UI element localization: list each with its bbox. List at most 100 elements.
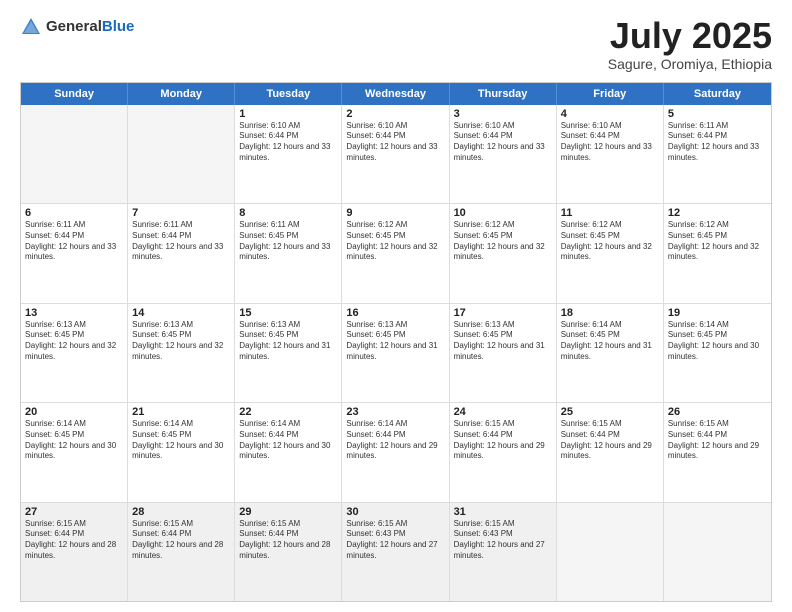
logo-icon: [20, 16, 42, 38]
logo: GeneralBlue: [20, 16, 134, 38]
day-number: 10: [454, 207, 552, 219]
day-info: Sunrise: 6:11 AM Sunset: 6:44 PM Dayligh…: [132, 220, 230, 263]
title-month: July 2025: [608, 16, 772, 56]
day-number: 6: [25, 207, 123, 219]
calendar-cell: 20Sunrise: 6:14 AM Sunset: 6:45 PM Dayli…: [21, 403, 128, 501]
calendar-cell: 1Sunrise: 6:10 AM Sunset: 6:44 PM Daylig…: [235, 105, 342, 203]
day-info: Sunrise: 6:12 AM Sunset: 6:45 PM Dayligh…: [346, 220, 444, 263]
calendar-row: 20Sunrise: 6:14 AM Sunset: 6:45 PM Dayli…: [21, 403, 771, 502]
day-number: 31: [454, 506, 552, 518]
day-number: 20: [25, 406, 123, 418]
day-info: Sunrise: 6:15 AM Sunset: 6:44 PM Dayligh…: [25, 519, 123, 562]
day-info: Sunrise: 6:15 AM Sunset: 6:44 PM Dayligh…: [561, 419, 659, 462]
calendar-cell: 21Sunrise: 6:14 AM Sunset: 6:45 PM Dayli…: [128, 403, 235, 501]
day-info: Sunrise: 6:15 AM Sunset: 6:44 PM Dayligh…: [239, 519, 337, 562]
day-info: Sunrise: 6:14 AM Sunset: 6:44 PM Dayligh…: [346, 419, 444, 462]
calendar-cell: 5Sunrise: 6:11 AM Sunset: 6:44 PM Daylig…: [664, 105, 771, 203]
header: GeneralBlue July 2025 Sagure, Oromiya, E…: [20, 16, 772, 72]
calendar-cell: 26Sunrise: 6:15 AM Sunset: 6:44 PM Dayli…: [664, 403, 771, 501]
day-info: Sunrise: 6:15 AM Sunset: 6:43 PM Dayligh…: [346, 519, 444, 562]
calendar-cell: 27Sunrise: 6:15 AM Sunset: 6:44 PM Dayli…: [21, 503, 128, 601]
calendar-cell: 24Sunrise: 6:15 AM Sunset: 6:44 PM Dayli…: [450, 403, 557, 501]
calendar-row: 13Sunrise: 6:13 AM Sunset: 6:45 PM Dayli…: [21, 304, 771, 403]
day-info: Sunrise: 6:12 AM Sunset: 6:45 PM Dayligh…: [561, 220, 659, 263]
calendar-cell: 25Sunrise: 6:15 AM Sunset: 6:44 PM Dayli…: [557, 403, 664, 501]
calendar-cell: 8Sunrise: 6:11 AM Sunset: 6:45 PM Daylig…: [235, 204, 342, 302]
calendar-cell: [664, 503, 771, 601]
calendar-cell: 13Sunrise: 6:13 AM Sunset: 6:45 PM Dayli…: [21, 304, 128, 402]
calendar-row: 1Sunrise: 6:10 AM Sunset: 6:44 PM Daylig…: [21, 105, 771, 204]
day-number: 8: [239, 207, 337, 219]
day-info: Sunrise: 6:10 AM Sunset: 6:44 PM Dayligh…: [454, 121, 552, 164]
weekday-header: Friday: [557, 83, 664, 105]
logo-general: GeneralBlue: [46, 18, 134, 36]
calendar-cell: 23Sunrise: 6:14 AM Sunset: 6:44 PM Dayli…: [342, 403, 449, 501]
calendar-cell: 30Sunrise: 6:15 AM Sunset: 6:43 PM Dayli…: [342, 503, 449, 601]
day-number: 16: [346, 307, 444, 319]
weekday-header: Saturday: [664, 83, 771, 105]
day-info: Sunrise: 6:13 AM Sunset: 6:45 PM Dayligh…: [454, 320, 552, 363]
day-number: 3: [454, 108, 552, 120]
day-number: 21: [132, 406, 230, 418]
weekday-header: Sunday: [21, 83, 128, 105]
calendar-row: 6 Sunrise: 6:11 AM Sunset: 6:44 PM Daylig…: [21, 204, 771, 303]
day-info: Sunrise: 6:13 AM Sunset: 6:45 PM Dayligh…: [25, 320, 123, 363]
weekday-header: Monday: [128, 83, 235, 105]
day-info: Sunrise: 6:11 AM Sunset: 6:44 PM Dayligh…: [668, 121, 767, 164]
calendar-cell: 28Sunrise: 6:15 AM Sunset: 6:44 PM Dayli…: [128, 503, 235, 601]
calendar-cell: 10Sunrise: 6:12 AM Sunset: 6:45 PM Dayli…: [450, 204, 557, 302]
calendar-cell: 3Sunrise: 6:10 AM Sunset: 6:44 PM Daylig…: [450, 105, 557, 203]
calendar-row: 27Sunrise: 6:15 AM Sunset: 6:44 PM Dayli…: [21, 503, 771, 601]
day-number: 7: [132, 207, 230, 219]
calendar-cell: 29Sunrise: 6:15 AM Sunset: 6:44 PM Dayli…: [235, 503, 342, 601]
calendar-cell: 22Sunrise: 6:14 AM Sunset: 6:44 PM Dayli…: [235, 403, 342, 501]
day-number: 17: [454, 307, 552, 319]
calendar-cell: 14Sunrise: 6:13 AM Sunset: 6:45 PM Dayli…: [128, 304, 235, 402]
day-info: Sunrise: 6:14 AM Sunset: 6:45 PM Dayligh…: [668, 320, 767, 363]
calendar-cell: 6Sunrise: 6:11 AM Sunset: 6:44 PM Daylig…: [21, 204, 128, 302]
calendar-cell: 18Sunrise: 6:14 AM Sunset: 6:45 PM Dayli…: [557, 304, 664, 402]
day-number: 2: [346, 108, 444, 120]
day-number: 22: [239, 406, 337, 418]
day-number: 30: [346, 506, 444, 518]
day-info: Sunrise: 6:13 AM Sunset: 6:45 PM Dayligh…: [346, 320, 444, 363]
calendar-cell: 12Sunrise: 6:12 AM Sunset: 6:45 PM Dayli…: [664, 204, 771, 302]
day-number: 12: [668, 207, 767, 219]
weekday-header: Tuesday: [235, 83, 342, 105]
day-info: Sunrise: 6:10 AM Sunset: 6:44 PM Dayligh…: [239, 121, 337, 164]
calendar-cell: 31Sunrise: 6:15 AM Sunset: 6:43 PM Dayli…: [450, 503, 557, 601]
day-number: 23: [346, 406, 444, 418]
day-info: Sunrise: 6:15 AM Sunset: 6:44 PM Dayligh…: [132, 519, 230, 562]
day-info: Sunrise: 6:14 AM Sunset: 6:45 PM Dayligh…: [561, 320, 659, 363]
calendar-cell: [557, 503, 664, 601]
day-info: Sunrise: 6:14 AM Sunset: 6:45 PM Dayligh…: [25, 419, 123, 462]
day-number: 15: [239, 307, 337, 319]
calendar-cell: 16Sunrise: 6:13 AM Sunset: 6:45 PM Dayli…: [342, 304, 449, 402]
day-info: Sunrise: 6:15 AM Sunset: 6:44 PM Dayligh…: [668, 419, 767, 462]
day-number: 13: [25, 307, 123, 319]
calendar-cell: 19Sunrise: 6:14 AM Sunset: 6:45 PM Dayli…: [664, 304, 771, 402]
day-number: 25: [561, 406, 659, 418]
calendar-cell: 2Sunrise: 6:10 AM Sunset: 6:44 PM Daylig…: [342, 105, 449, 203]
title-location: Sagure, Oromiya, Ethiopia: [608, 56, 772, 72]
day-number: 24: [454, 406, 552, 418]
day-number: 4: [561, 108, 659, 120]
calendar-cell: 9Sunrise: 6:12 AM Sunset: 6:45 PM Daylig…: [342, 204, 449, 302]
day-info: Sunrise: 6:12 AM Sunset: 6:45 PM Dayligh…: [454, 220, 552, 263]
calendar-cell: 17Sunrise: 6:13 AM Sunset: 6:45 PM Dayli…: [450, 304, 557, 402]
day-number: 28: [132, 506, 230, 518]
day-number: 14: [132, 307, 230, 319]
day-number: 27: [25, 506, 123, 518]
day-number: 19: [668, 307, 767, 319]
day-info: Sunrise: 6:10 AM Sunset: 6:44 PM Dayligh…: [346, 121, 444, 164]
day-info: Sunrise: 6:14 AM Sunset: 6:44 PM Dayligh…: [239, 419, 337, 462]
calendar-cell: 7Sunrise: 6:11 AM Sunset: 6:44 PM Daylig…: [128, 204, 235, 302]
day-info: Sunrise: 6:15 AM Sunset: 6:44 PM Dayligh…: [454, 419, 552, 462]
day-info: Sunrise: 6:10 AM Sunset: 6:44 PM Dayligh…: [561, 121, 659, 164]
day-number: 1: [239, 108, 337, 120]
day-info: Sunrise: 6:15 AM Sunset: 6:43 PM Dayligh…: [454, 519, 552, 562]
calendar-cell: 15Sunrise: 6:13 AM Sunset: 6:45 PM Dayli…: [235, 304, 342, 402]
calendar-cell: [21, 105, 128, 203]
page: GeneralBlue July 2025 Sagure, Oromiya, E…: [0, 0, 792, 612]
calendar-cell: 4Sunrise: 6:10 AM Sunset: 6:44 PM Daylig…: [557, 105, 664, 203]
